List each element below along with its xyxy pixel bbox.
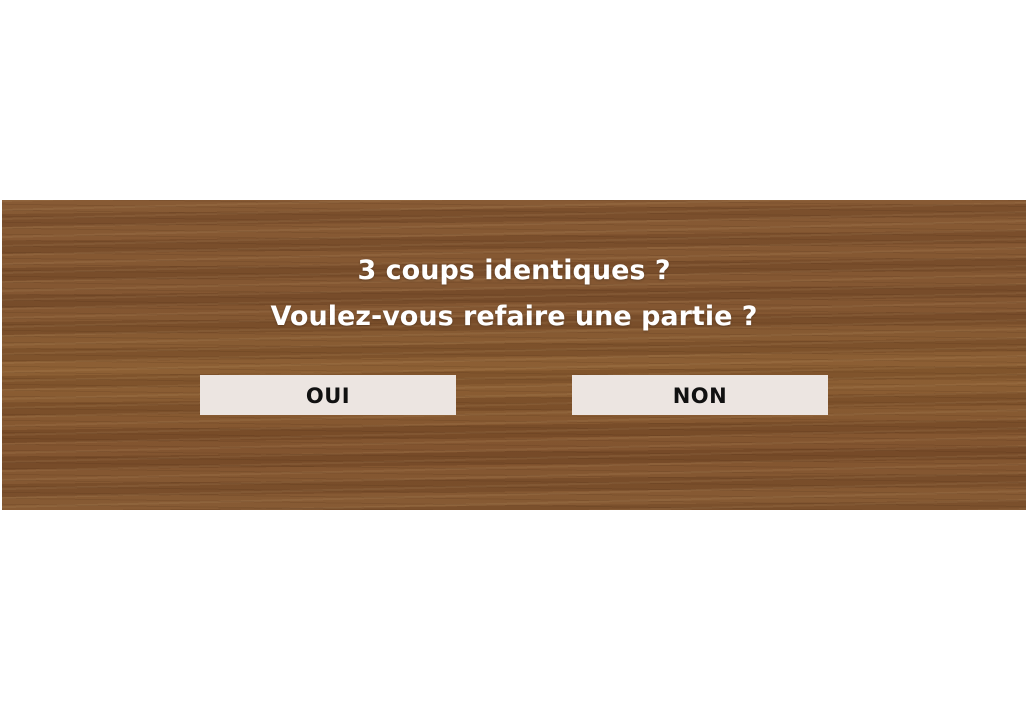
replay-dialog: 3 coups identiques ? Voulez-vous refaire…	[2, 200, 1026, 510]
yes-button[interactable]: OUI	[200, 375, 456, 415]
dialog-message: 3 coups identiques ? Voulez-vous refaire…	[2, 248, 1026, 340]
message-line-1: 3 coups identiques ?	[357, 255, 671, 286]
message-line-2: Voulez-vous refaire une partie ?	[270, 301, 758, 332]
no-button[interactable]: NON	[572, 375, 828, 415]
game-screen: 3 coups identiques ? Voulez-vous refaire…	[0, 0, 1028, 710]
